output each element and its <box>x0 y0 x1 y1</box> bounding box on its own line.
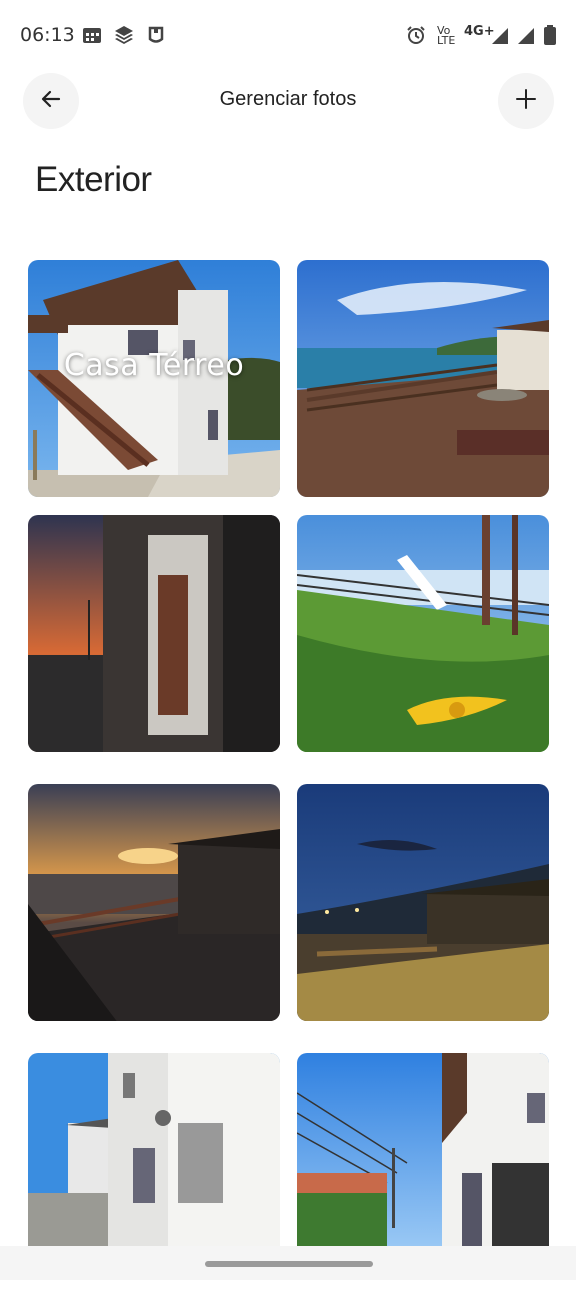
status-bar: 06:13 Vo LTE 4G+ <box>0 0 576 70</box>
volte-bottom: LTE <box>437 34 456 47</box>
add-photo-button[interactable] <box>498 73 554 129</box>
cover-photo-label: Casa Térreo <box>63 348 245 383</box>
status-time: 06:13 <box>20 24 75 46</box>
photo-tile[interactable] <box>28 515 280 752</box>
photo-sunset-sea <box>28 784 280 1021</box>
app-icon <box>146 25 166 45</box>
top-app-bar: Gerenciar fotos <box>0 70 576 134</box>
calendar-icon <box>82 25 102 45</box>
page-title: Gerenciar fotos <box>219 88 357 110</box>
signal-icon <box>490 26 510 46</box>
photo-tile[interactable] <box>297 784 549 1021</box>
section-title: Exterior <box>35 160 152 199</box>
photo-tile[interactable] <box>297 260 549 497</box>
photo-night-deck <box>297 784 549 1021</box>
photo-lawn-flower <box>297 515 549 752</box>
photo-dusk-street <box>28 515 280 752</box>
volte-indicator: Vo LTE <box>437 25 456 47</box>
photo-deck-beach <box>297 260 549 497</box>
photo-street-lines <box>297 1053 549 1253</box>
alarm-icon <box>406 25 426 45</box>
battery-icon <box>540 24 560 45</box>
system-nav-bar <box>0 1246 576 1280</box>
photo-white-building <box>28 1053 280 1253</box>
photo-tile[interactable] <box>297 515 549 752</box>
layers-icon <box>114 25 134 45</box>
signal-icon <box>516 26 536 46</box>
photo-tile[interactable] <box>28 784 280 1021</box>
photo-tile[interactable]: Casa Térreo <box>28 260 280 497</box>
plus-icon <box>514 87 538 116</box>
home-gesture-handle[interactable] <box>205 1261 373 1267</box>
